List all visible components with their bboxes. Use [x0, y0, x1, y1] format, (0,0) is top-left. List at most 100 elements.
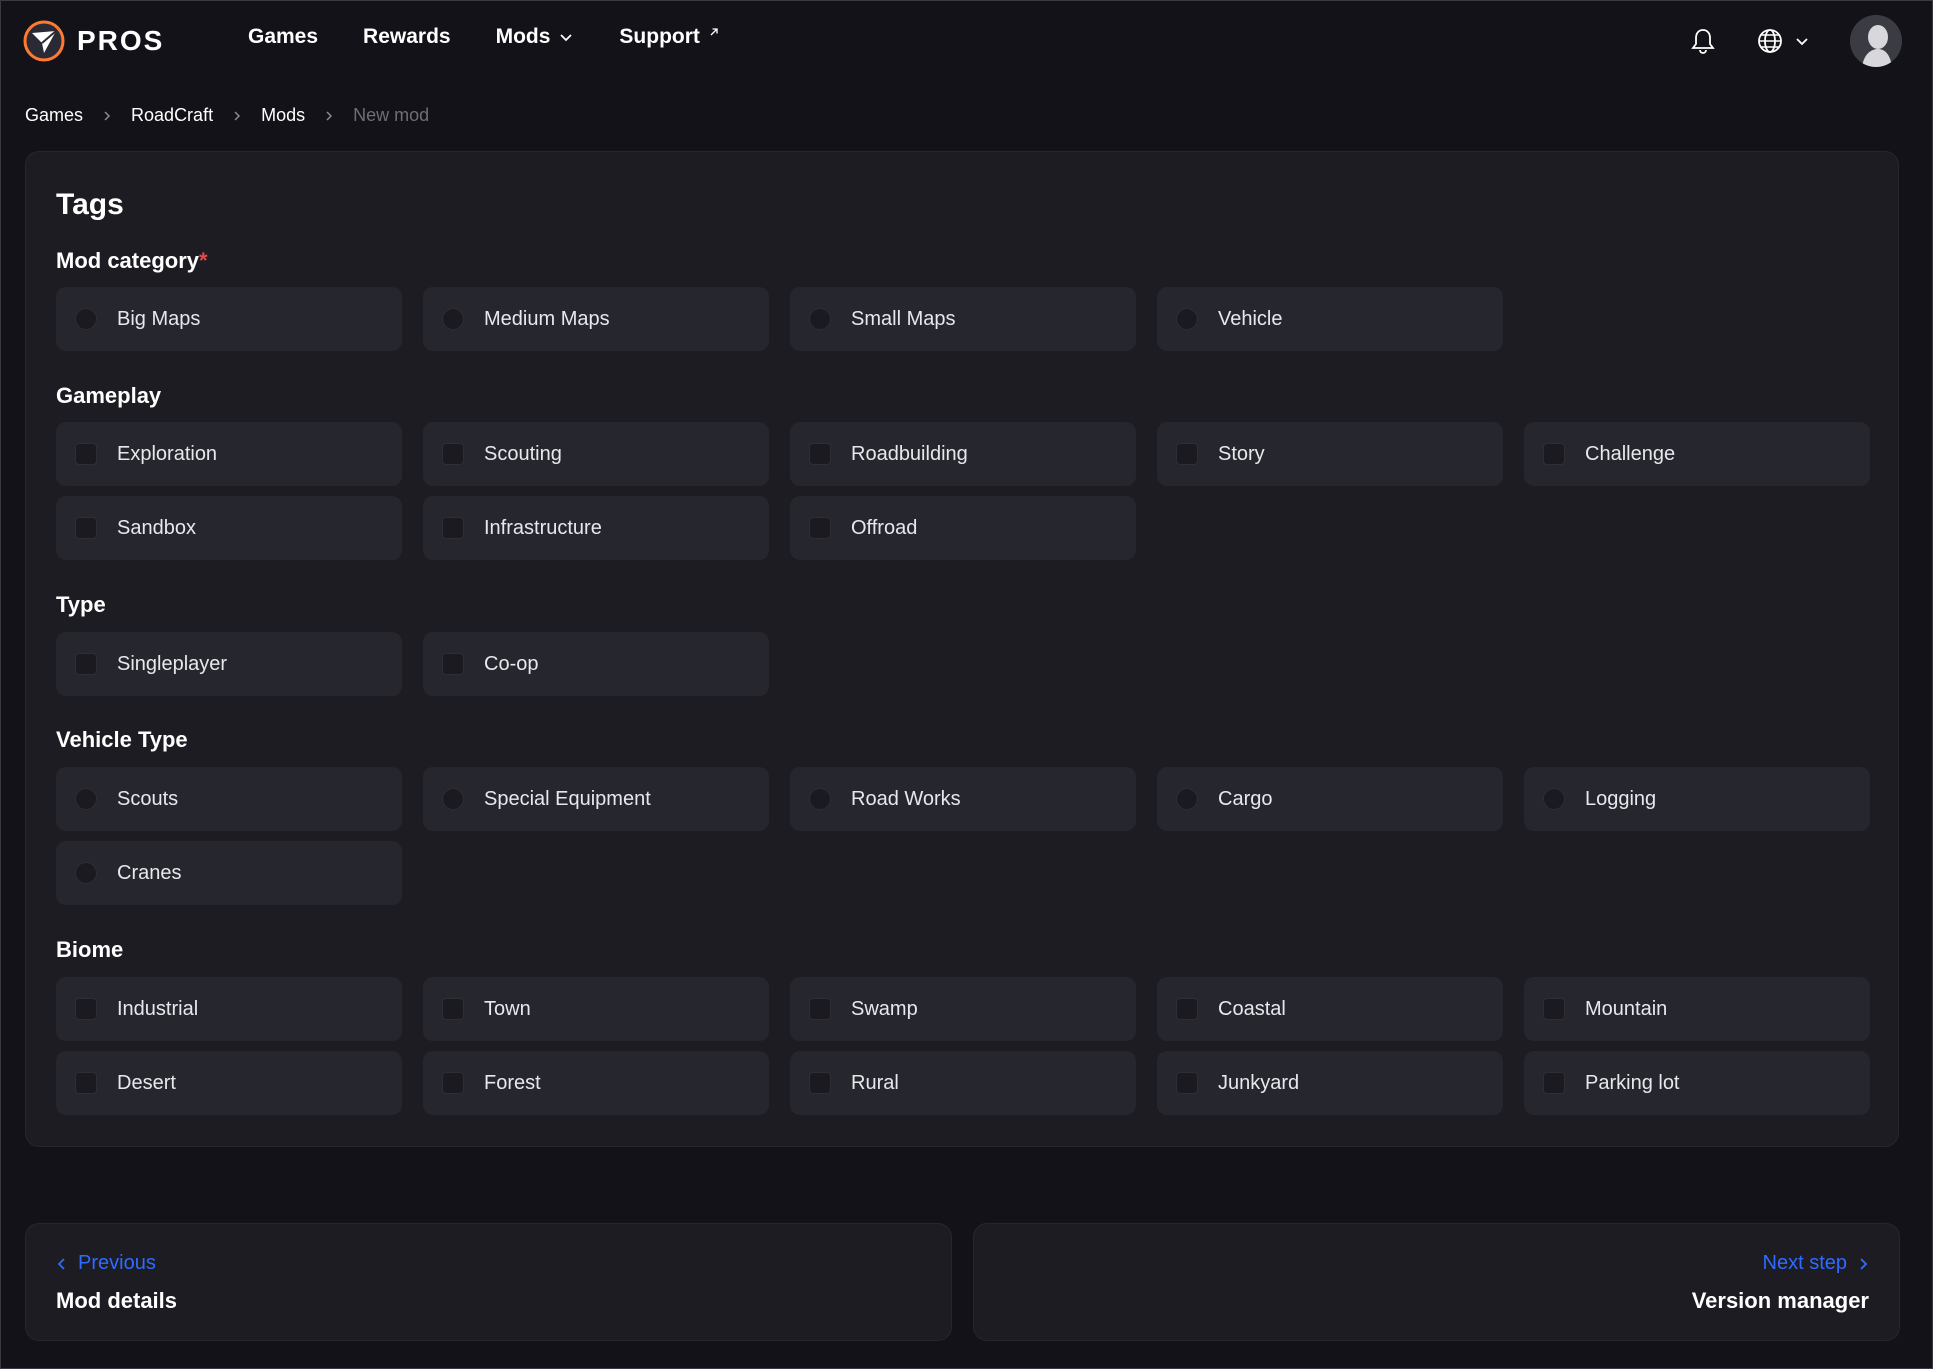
- radio-button[interactable]: [75, 862, 97, 884]
- notifications-button[interactable]: [1690, 27, 1716, 55]
- next-step-card[interactable]: Next step Version manager: [973, 1223, 1900, 1341]
- checkbox[interactable]: [1543, 443, 1565, 465]
- option-radio[interactable]: Cranes: [56, 841, 402, 905]
- option-radio[interactable]: Cargo: [1157, 767, 1503, 831]
- option-checkbox[interactable]: Coastal: [1157, 977, 1503, 1041]
- radio-button[interactable]: [442, 308, 464, 330]
- checkbox[interactable]: [75, 443, 97, 465]
- option-checkbox[interactable]: Co-op: [423, 632, 769, 696]
- option-checkbox[interactable]: Offroad: [790, 496, 1136, 560]
- checkbox[interactable]: [809, 517, 831, 539]
- radio-button[interactable]: [1176, 788, 1198, 810]
- radio-button[interactable]: [809, 308, 831, 330]
- chevron-right-icon: [104, 110, 111, 121]
- checkbox[interactable]: [75, 1072, 97, 1094]
- option-label: Town: [484, 997, 531, 1020]
- option-label: Cranes: [117, 861, 182, 884]
- option-checkbox[interactable]: Mountain: [1524, 977, 1870, 1041]
- option-checkbox[interactable]: Junkyard: [1157, 1051, 1503, 1115]
- nav-mods-label: Mods: [495, 25, 551, 48]
- radio-button[interactable]: [1543, 788, 1565, 810]
- section-label-text: Mod category: [56, 248, 200, 273]
- checkbox[interactable]: [75, 517, 97, 539]
- option-checkbox[interactable]: Desert: [56, 1051, 402, 1115]
- option-label: Roadbuilding: [851, 442, 968, 465]
- option-label: Rural: [851, 1071, 899, 1094]
- nav-games[interactable]: Games: [248, 25, 318, 49]
- option-label: Road Works: [851, 787, 961, 810]
- radio-button[interactable]: [809, 788, 831, 810]
- logo[interactable]: PROS: [23, 20, 164, 62]
- option-label: Exploration: [117, 442, 218, 465]
- nav-rewards[interactable]: Rewards: [363, 25, 451, 49]
- option-checkbox[interactable]: Exploration: [56, 422, 402, 486]
- option-checkbox[interactable]: Rural: [790, 1051, 1136, 1115]
- pros-logo-icon: [23, 20, 65, 62]
- breadcrumb-games[interactable]: Games: [25, 105, 83, 126]
- option-checkbox[interactable]: Industrial: [56, 977, 402, 1041]
- option-label: Co-op: [484, 652, 539, 675]
- option-radio[interactable]: Medium Maps: [423, 287, 769, 351]
- option-checkbox[interactable]: Challenge: [1524, 422, 1870, 486]
- nav-mods[interactable]: Mods: [496, 25, 575, 49]
- checkbox[interactable]: [1543, 998, 1565, 1020]
- checkbox[interactable]: [1543, 1072, 1565, 1094]
- top-bar: PROS Games Rewards Mods Support: [1, 1, 1932, 81]
- nav-support[interactable]: Support: [619, 25, 719, 49]
- checkbox[interactable]: [809, 443, 831, 465]
- breadcrumb-mods[interactable]: Mods: [261, 105, 305, 126]
- nav-rewards-label: Rewards: [363, 25, 451, 48]
- card-title: Tags: [56, 188, 124, 221]
- checkbox[interactable]: [1176, 998, 1198, 1020]
- option-label: Mountain: [1585, 997, 1668, 1020]
- option-radio[interactable]: Road Works: [790, 767, 1136, 831]
- option-radio[interactable]: Big Maps: [56, 287, 402, 351]
- breadcrumb-roadcraft[interactable]: RoadCraft: [131, 105, 213, 126]
- radio-button[interactable]: [75, 308, 97, 330]
- option-checkbox[interactable]: Infrastructure: [423, 496, 769, 560]
- option-checkbox[interactable]: Roadbuilding: [790, 422, 1136, 486]
- avatar[interactable]: [1850, 15, 1902, 67]
- option-radio[interactable]: Vehicle: [1157, 287, 1503, 351]
- language-selector[interactable]: [1756, 27, 1810, 55]
- checkbox[interactable]: [442, 517, 464, 539]
- option-label: Desert: [117, 1071, 176, 1094]
- checkbox[interactable]: [75, 998, 97, 1020]
- nav-games-label: Games: [248, 25, 319, 48]
- checkbox[interactable]: [442, 1072, 464, 1094]
- checkbox[interactable]: [442, 653, 464, 675]
- checkbox[interactable]: [442, 443, 464, 465]
- previous-step-title: Mod details: [56, 1288, 178, 1313]
- checkbox[interactable]: [75, 653, 97, 675]
- option-checkbox[interactable]: Story: [1157, 422, 1503, 486]
- section-label-mod-category: Mod category*: [56, 248, 208, 274]
- main-nav: Games Rewards Mods Support: [248, 25, 720, 49]
- option-radio[interactable]: Small Maps: [790, 287, 1136, 351]
- option-checkbox[interactable]: Singleplayer: [56, 632, 402, 696]
- next-step-link[interactable]: Next step: [1763, 1252, 1869, 1275]
- option-label: Junkyard: [1218, 1071, 1300, 1094]
- previous-step-card[interactable]: Previous Mod details: [25, 1223, 952, 1341]
- option-checkbox[interactable]: Scouting: [423, 422, 769, 486]
- option-checkbox[interactable]: Sandbox: [56, 496, 402, 560]
- option-label: Small Maps: [851, 307, 956, 330]
- option-radio[interactable]: Logging: [1524, 767, 1870, 831]
- previous-link[interactable]: Previous: [56, 1252, 156, 1275]
- radio-button[interactable]: [442, 788, 464, 810]
- next-step-label: Next step: [1762, 1252, 1847, 1274]
- option-checkbox[interactable]: Town: [423, 977, 769, 1041]
- checkbox[interactable]: [809, 998, 831, 1020]
- checkbox[interactable]: [442, 998, 464, 1020]
- option-label: Scouting: [484, 442, 562, 465]
- option-radio[interactable]: Special Equipment: [423, 767, 769, 831]
- radio-button[interactable]: [75, 788, 97, 810]
- option-checkbox[interactable]: Parking lot: [1524, 1051, 1870, 1115]
- checkbox[interactable]: [1176, 443, 1198, 465]
- checkbox[interactable]: [1176, 1072, 1198, 1094]
- radio-button[interactable]: [1176, 308, 1198, 330]
- option-checkbox[interactable]: Swamp: [790, 977, 1136, 1041]
- option-label: Challenge: [1585, 442, 1676, 465]
- checkbox[interactable]: [809, 1072, 831, 1094]
- option-checkbox[interactable]: Forest: [423, 1051, 769, 1115]
- option-radio[interactable]: Scouts: [56, 767, 402, 831]
